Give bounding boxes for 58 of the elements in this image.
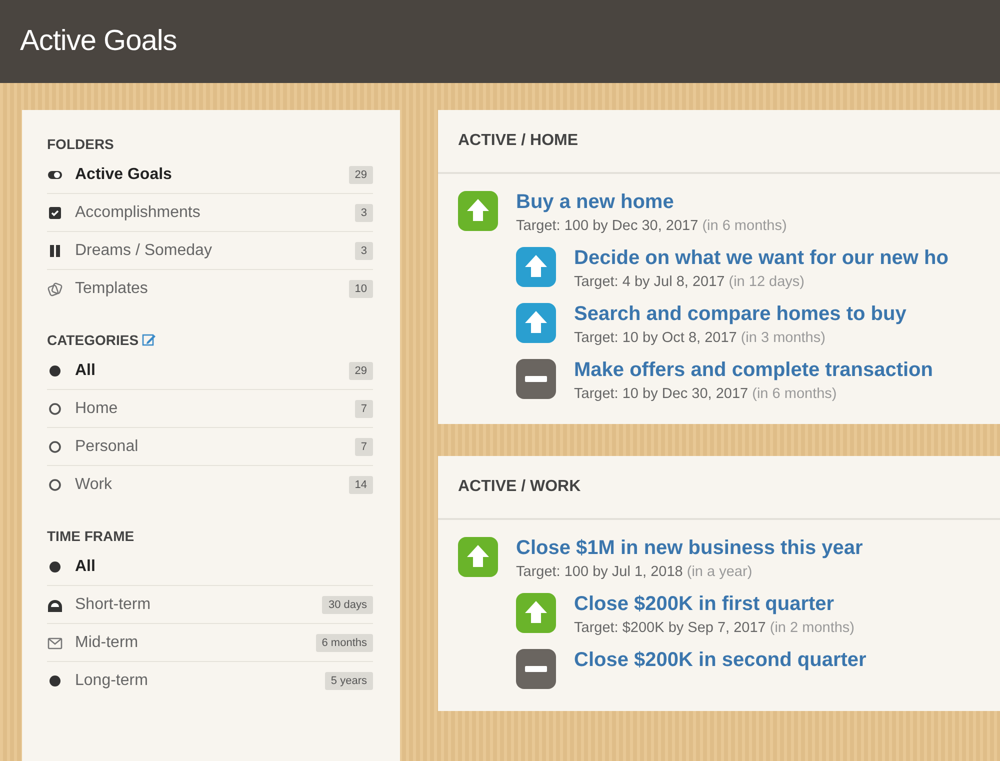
- goal-link[interactable]: Buy a new home: [516, 191, 787, 214]
- sidebar-item[interactable]: Mid-term 6 months: [47, 624, 373, 662]
- sidebar-item[interactable]: All 29: [47, 352, 373, 390]
- radio-icon: [47, 438, 63, 454]
- goal-link[interactable]: Decide on what we want for our new ho: [574, 247, 948, 270]
- radio-icon: [47, 400, 63, 416]
- sidebar-item[interactable]: All: [47, 548, 373, 586]
- goal-link[interactable]: Close $200K in second quarter: [574, 649, 866, 672]
- section-heading: FOLDERS: [47, 136, 114, 152]
- section-heading: TIME FRAME: [47, 528, 134, 544]
- goal-link[interactable]: Search and compare homes to buy: [574, 303, 906, 326]
- radio-selected-icon: [47, 362, 63, 378]
- sidebar-item[interactable]: Templates 10: [47, 270, 373, 308]
- due-text: (in 3 months): [740, 330, 826, 346]
- radio-icon: [47, 477, 63, 493]
- goal-target: Target: 10 by Oct 8, 2017: [574, 330, 737, 346]
- sidebar-item[interactable]: Work 14: [47, 466, 373, 504]
- goal-link[interactable]: Make offers and complete transaction: [574, 359, 933, 382]
- due-text: (in a year): [686, 564, 752, 580]
- count-badge: 29: [348, 362, 373, 380]
- panel-heading: ACTIVE / HOME: [438, 110, 1000, 174]
- due-text: (in 6 months): [752, 386, 837, 402]
- count-badge: 29: [348, 166, 373, 184]
- sidebar-item[interactable]: Personal 7: [47, 428, 373, 466]
- sidebar-item[interactable]: Dreams / Someday 3: [47, 232, 373, 270]
- count-badge: 7: [354, 400, 373, 418]
- count-badge: 7: [354, 438, 373, 456]
- edit-icon[interactable]: [142, 333, 156, 347]
- due-text: (in 6 months): [702, 218, 787, 234]
- section-heading: CATEGORIES: [47, 332, 139, 348]
- goal-target: Target: 4 by Jul 8, 2017: [574, 274, 725, 290]
- count-badge: 14: [348, 476, 373, 494]
- sidebar-item[interactable]: Long-term 5 years: [47, 662, 373, 700]
- count-badge: 30 days: [322, 596, 373, 614]
- dot-icon: [47, 673, 63, 689]
- sidebar-item[interactable]: Home 7: [47, 390, 373, 428]
- count-badge: 5 years: [324, 672, 373, 690]
- due-text: (in 2 months): [770, 620, 854, 636]
- goal-link[interactable]: Close $200K in first quarter: [574, 593, 854, 616]
- sidebar-item[interactable]: Short-term 30 days: [47, 586, 373, 624]
- goal-target: Target: $200K by Sep 7, 2017: [574, 620, 766, 636]
- pause-icon: [47, 242, 63, 258]
- sidebar-item[interactable]: Active Goals 29: [47, 156, 373, 194]
- count-badge: 3: [354, 242, 373, 260]
- goal-link[interactable]: Close $1M in new business this year: [516, 537, 863, 560]
- count-badge: 6 months: [316, 634, 373, 652]
- checkbox-icon: [47, 204, 63, 220]
- sidebar-item[interactable]: Accomplishments 3: [47, 194, 373, 232]
- count-badge: 10: [348, 280, 373, 298]
- count-badge: 3: [354, 204, 373, 222]
- dot-icon: [47, 558, 63, 574]
- due-text: (in 12 days): [728, 274, 805, 290]
- copy-icon: [47, 281, 63, 297]
- page-title: Active Goals: [20, 25, 177, 58]
- panel-heading: ACTIVE / WORK: [438, 456, 1000, 520]
- goal-target: Target: 10 by Dec 30, 2017: [574, 386, 748, 402]
- goal-target: Target: 100 by Jul 1, 2018: [516, 564, 683, 580]
- goal-target: Target: 100 by Dec 30, 2017: [516, 218, 698, 234]
